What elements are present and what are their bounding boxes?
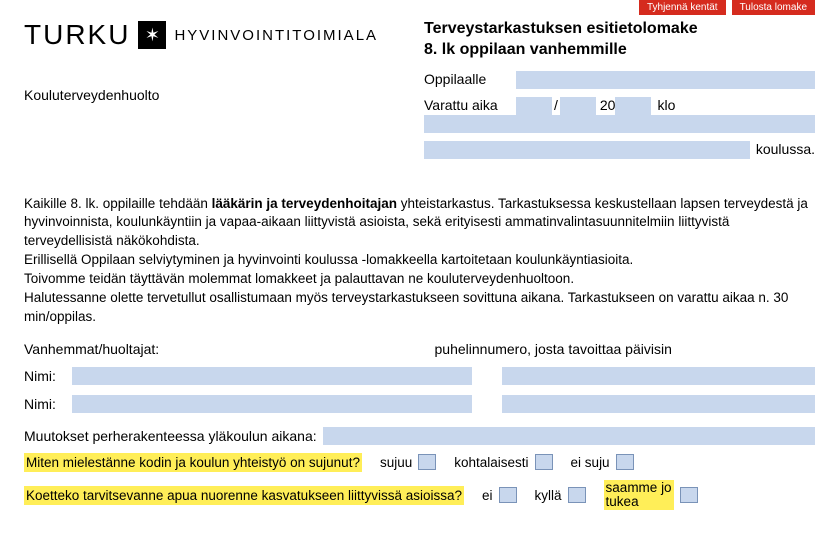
clear-fields-button[interactable]: Tyhjennä kentät (639, 0, 726, 15)
reserved-time-label: Varattu aika (424, 97, 516, 113)
parents-label: Vanhemmat/huoltajat: (24, 341, 405, 357)
q2-opt3-l2: tukea (606, 494, 639, 509)
school-name-field[interactable] (424, 141, 750, 159)
parent1-name-field[interactable] (72, 367, 472, 385)
q1-text: Miten mielestänne kodin ja koulun yhteis… (24, 453, 362, 472)
parent1-phone-field[interactable] (502, 367, 815, 385)
print-form-button[interactable]: Tulosta lomake (732, 0, 815, 15)
turku-wordmark: TURKU (24, 19, 130, 51)
school-suffix-label: koulussa. (750, 141, 815, 157)
q1-opt3-label: ei suju (571, 455, 610, 470)
q1-opt2-label: kohtalaisesti (454, 455, 528, 470)
turku-logo-icon: ✶ (138, 21, 166, 49)
q1-opt1-checkbox[interactable] (418, 454, 436, 470)
reserved-day-field[interactable] (516, 97, 552, 115)
name2-label: Nimi: (24, 396, 72, 412)
q1-opt3-checkbox[interactable] (616, 454, 634, 470)
phone-label: puhelinnumero, josta tavoittaa päivisin (405, 341, 816, 357)
q2-opt1-checkbox[interactable] (499, 487, 517, 503)
school-health-label: Kouluterveydenhuolto (24, 87, 424, 103)
intro-p1b: lääkärin ja terveydenhoitajan (212, 196, 397, 211)
q2-opt2-checkbox[interactable] (568, 487, 586, 503)
form-title-line1: Terveystarkastuksen esitietolomake (424, 20, 698, 37)
family-changes-label: Muutokset perherakenteessa yläkoulun aik… (24, 428, 317, 444)
q1-opt1-label: sujuu (380, 455, 412, 470)
q2-text: Koetteko tarvitsevanne apua nuorenne kas… (24, 486, 464, 505)
year-prefix: 20 (596, 97, 616, 113)
q2-opt3-checkbox[interactable] (680, 487, 698, 503)
form-title: Terveystarkastuksen esitietolomake 8. lk… (424, 19, 815, 61)
student-label: Oppilaalle (424, 71, 516, 87)
intro-p4: Halutessanne olette tervetullut osallist… (24, 290, 788, 324)
parent2-phone-field[interactable] (502, 395, 815, 413)
q2-opt3-l1: saamme jo (606, 480, 672, 495)
q1-opt2-checkbox[interactable] (535, 454, 553, 470)
intro-p3: Toivomme teidän täyttävän molemmat lomak… (24, 271, 574, 286)
intro-paragraph: Kaikille 8. lk. oppilaille tehdään lääkä… (24, 195, 815, 327)
hyvinvointi-wordmark: HYVINVOINTITOIMIALA (174, 27, 378, 44)
parent2-name-field[interactable] (72, 395, 472, 413)
intro-p2: Erillisellä Oppilaan selviytyminen ja hy… (24, 252, 633, 267)
name1-label: Nimi: (24, 368, 72, 384)
reserved-time-field[interactable] (424, 115, 815, 133)
klo-label: klo (651, 97, 681, 113)
reserved-month-field[interactable] (560, 97, 596, 115)
q2-opt3-label: saamme jo tukea (604, 480, 674, 510)
q2-opt2-label: kyllä (535, 488, 562, 503)
date-slash: / (552, 97, 560, 113)
q2-opt1-label: ei (482, 488, 493, 503)
intro-p1a: Kaikille 8. lk. oppilaille tehdään (24, 196, 212, 211)
form-title-line2: 8. lk oppilaan vanhemmille (424, 41, 627, 58)
reserved-year-field[interactable] (615, 97, 651, 115)
student-name-field[interactable] (516, 71, 815, 89)
family-changes-field[interactable] (323, 427, 815, 445)
